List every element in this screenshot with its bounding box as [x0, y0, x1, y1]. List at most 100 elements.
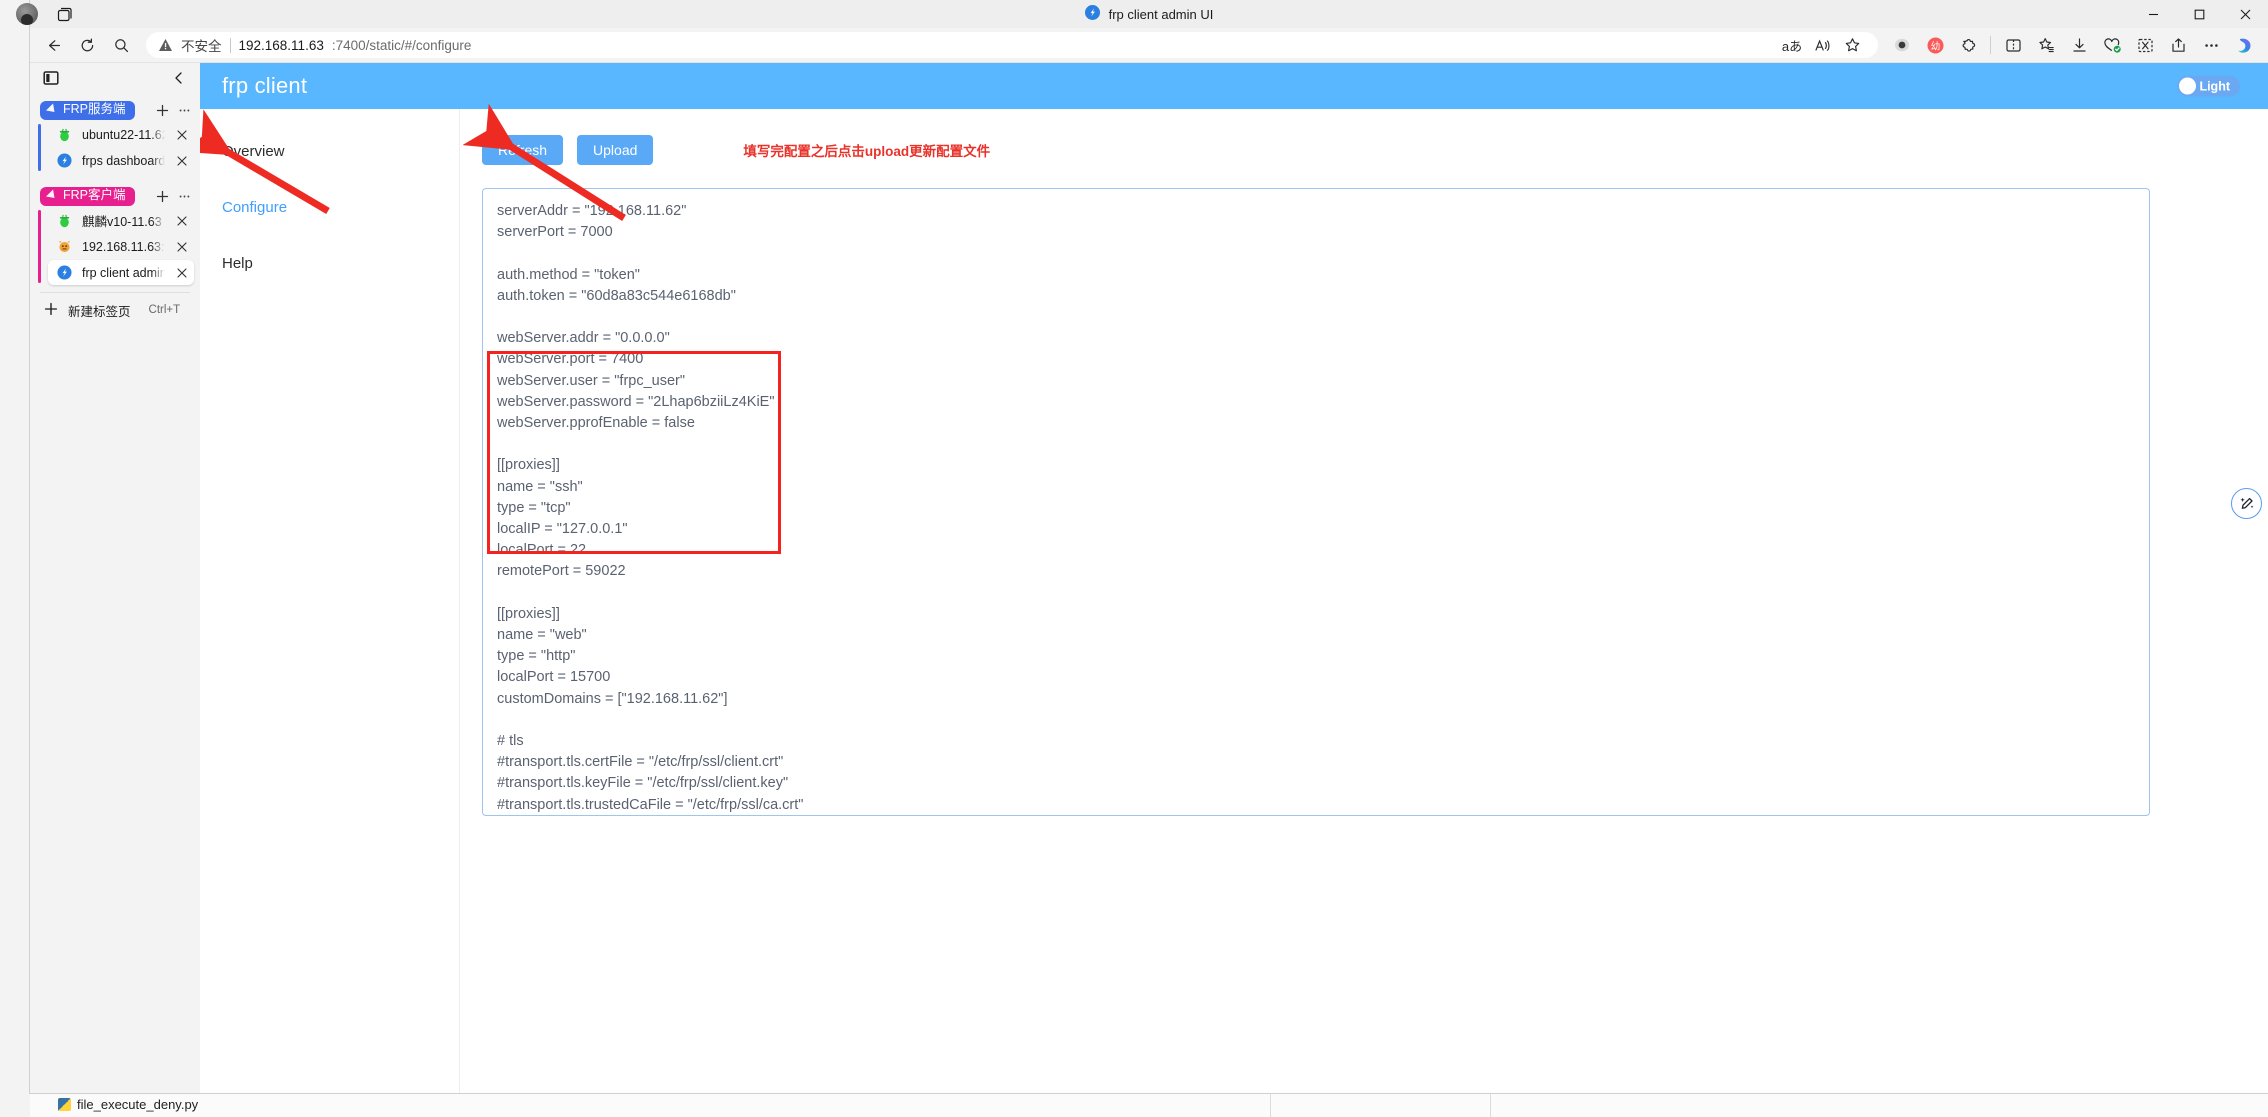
tab-label: 192.168.11.63:157 — [82, 239, 165, 254]
more-dots-icon[interactable] — [174, 186, 194, 206]
page-title: frp client — [222, 73, 308, 98]
tab-ip-15700[interactable]: 192.168.11.63:157 — [48, 234, 194, 259]
tab-group-frp-server: FRP服务端 ubuntu22-11.62 frps dashboard — [30, 99, 200, 173]
svg-text:幼: 幼 — [1930, 40, 1940, 52]
tab-frp-client-admin-ui[interactable]: frp client admin U — [48, 260, 194, 285]
translate-icon[interactable]: aあ — [1778, 33, 1806, 57]
ubuntu-icon — [56, 126, 73, 143]
frp-icon — [56, 152, 73, 169]
taskbar: file_execute_deny.py — [30, 1092, 2268, 1117]
close-button[interactable] — [2222, 0, 2268, 28]
share-icon[interactable] — [2162, 30, 2194, 60]
close-icon[interactable] — [174, 153, 190, 169]
tab-pane-icon[interactable] — [40, 67, 62, 89]
app-header: frp client Light — [200, 63, 2268, 109]
browser-window: frp client admin UI 不安全 192.168.11.63:7… — [16, 0, 2268, 1093]
upload-button[interactable]: Upload — [577, 135, 654, 165]
warning-triangle-icon — [158, 38, 173, 52]
tab-group-chip[interactable]: FRP客户端 — [40, 186, 135, 206]
config-editor-wrap — [482, 188, 2262, 821]
add-favorite-icon[interactable] — [2030, 30, 2062, 60]
browser-titlebar: frp client admin UI — [16, 0, 2268, 28]
sidebar-item-configure[interactable]: Configure — [200, 199, 459, 255]
collections-icon[interactable] — [2096, 30, 2128, 60]
back-arrow-icon[interactable] — [36, 30, 70, 60]
app-sidebar-nav: Overview Configure Help — [200, 109, 460, 1093]
url-host: 192.168.11.63 — [238, 37, 324, 53]
close-icon[interactable] — [174, 213, 190, 229]
toggle-knob — [2179, 77, 2197, 95]
kylin-icon — [56, 212, 73, 229]
new-tab-button[interactable]: 新建标签页 Ctrl+T — [36, 297, 194, 323]
tab-frps-dashboard[interactable]: frps dashboard — [48, 148, 194, 173]
taskbar-item-file[interactable]: file_execute_deny.py — [58, 1097, 198, 1112]
tab-group-header[interactable]: FRP客户端 — [30, 185, 200, 207]
plus-icon[interactable] — [152, 100, 172, 120]
tab-kylin-v10[interactable]: 麒麟v10-11.63 — [48, 208, 194, 233]
extensions-puzzle-icon[interactable] — [1952, 30, 1984, 60]
toolbar-divider — [1990, 36, 1991, 54]
tab-group-chip[interactable]: FRP服务端 — [40, 100, 135, 120]
tab-ubuntu22[interactable]: ubuntu22-11.62 — [48, 122, 194, 147]
tiger-icon — [56, 238, 73, 255]
read-aloud-icon[interactable] — [1808, 33, 1836, 57]
screenshot-icon[interactable] — [2129, 30, 2161, 60]
frp-icon — [56, 264, 73, 281]
app-main-content: Refresh Upload 填写完配置之后点击upload更新配置文件 — [460, 109, 2268, 1093]
split-screen-icon[interactable] — [1997, 30, 2029, 60]
chevron-left-icon[interactable] — [168, 67, 190, 89]
window-title: frp client admin UI — [1108, 6, 1214, 22]
sidebar-item-overview[interactable]: Overview — [200, 143, 459, 199]
vertical-tabs-header — [30, 63, 200, 93]
action-buttons: Refresh Upload 填写完配置之后点击upload更新配置文件 — [482, 135, 2238, 165]
sidebar-item-label: Help — [222, 255, 253, 272]
collapse-triangle-icon — [45, 103, 59, 116]
reload-icon[interactable] — [70, 30, 104, 60]
minimize-button[interactable] — [2130, 0, 2176, 28]
config-textarea[interactable] — [482, 188, 2150, 816]
copilot-icon[interactable] — [2228, 30, 2260, 60]
tab-group-colorbar — [38, 124, 41, 171]
settings-more-icon[interactable] — [2195, 30, 2227, 60]
python-file-icon — [58, 1098, 71, 1111]
refresh-button[interactable]: Refresh — [482, 135, 564, 165]
favorite-star-icon[interactable] — [1838, 33, 1866, 57]
vertical-tabs-pane: FRP服务端 ubuntu22-11.62 frps dashboard FRP… — [30, 63, 200, 1093]
close-icon[interactable] — [174, 239, 190, 255]
plus-icon — [44, 302, 58, 319]
address-bar[interactable]: 不安全 192.168.11.63:7400/static/#/configur… — [146, 32, 1878, 58]
extension-red-icon[interactable]: 幼 — [1919, 30, 1951, 60]
app-body: Overview Configure Help Refresh Upload 填… — [200, 109, 2268, 1093]
new-tab-label: 新建标签页 — [68, 304, 131, 319]
annotation-text: 填写完配置之后点击upload更新配置文件 — [743, 144, 991, 159]
collapse-triangle-icon — [45, 189, 59, 202]
toolbar-right-actions: 幼 — [1886, 30, 2268, 60]
sidebar-item-help[interactable]: Help — [200, 255, 459, 311]
tab-group-header[interactable]: FRP服务端 — [30, 99, 200, 121]
search-icon[interactable] — [104, 30, 138, 60]
omnibox-actions: aあ — [1778, 33, 1866, 57]
omnibox-divider — [229, 37, 231, 53]
tab-label: frps dashboard — [82, 153, 165, 168]
window-controls — [2130, 0, 2268, 28]
browser-essentials-icon[interactable] — [1886, 30, 1918, 60]
maximize-button[interactable] — [2176, 0, 2222, 28]
security-status-label: 不安全 — [181, 39, 222, 54]
close-icon[interactable] — [174, 127, 190, 143]
theme-toggle-label: Light — [2199, 79, 2230, 93]
new-tab-shortcut: Ctrl+T — [148, 304, 181, 316]
compose-pencil-icon[interactable] — [2231, 488, 2262, 519]
tab-group-items: 麒麟v10-11.63 192.168.11.63:157 — [30, 208, 200, 285]
browser-content: FRP服务端 ubuntu22-11.62 frps dashboard FRP… — [30, 63, 2268, 1093]
tab-group-frp-client: FRP客户端 麒麟v10-11.63 192.168.11.63: frp cl… — [30, 185, 200, 285]
more-dots-icon[interactable] — [174, 100, 194, 120]
theme-toggle[interactable]: Light — [2177, 75, 2240, 97]
divider — [40, 292, 190, 293]
close-icon[interactable] — [174, 265, 190, 281]
plus-icon[interactable] — [152, 186, 172, 206]
tab-label: ubuntu22-11.62 — [82, 127, 165, 142]
tab-group-colorbar — [38, 210, 41, 283]
frp-icon — [1084, 5, 1100, 23]
tab-label: frp client admin U — [82, 265, 165, 280]
downloads-icon[interactable] — [2063, 30, 2095, 60]
